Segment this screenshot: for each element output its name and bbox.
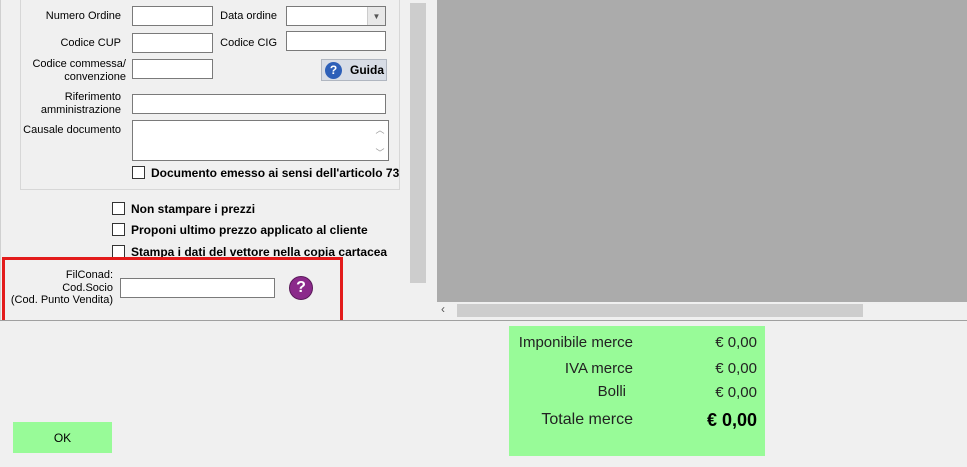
imponibile-merce-value: € 0,00	[715, 334, 757, 351]
ok-button[interactable]: OK	[13, 422, 112, 453]
codice-cup-label: Codice CUP	[60, 37, 121, 49]
textarea-scrollbar[interactable]: ︿ ﹀	[372, 121, 388, 161]
codice-commessa-label-line1: Codice commessa/	[32, 58, 126, 70]
codice-cig-label: Codice CIG	[220, 37, 277, 49]
proponi-ultimo-prezzo-label: Proponi ultimo prezzo applicato al clien…	[131, 223, 368, 237]
totale-merce-value: € 0,00	[706, 410, 757, 430]
data-ordine-label: Data ordine	[220, 10, 277, 22]
bottom-bar	[0, 320, 967, 467]
form-vertical-scrollbar[interactable]	[408, 0, 428, 321]
chevron-up-icon[interactable]: ︿	[375, 123, 384, 136]
bolli-label: Bolli	[597, 383, 626, 400]
riferimento-amministrazione-input[interactable]	[132, 94, 386, 114]
iva-merce-value: € 0,00	[715, 360, 757, 377]
proponi-ultimo-prezzo-checkbox[interactable]	[112, 223, 125, 236]
chevron-down-icon[interactable]: ▼	[367, 7, 385, 25]
totals-box: Imponibile merce € 0,00 IVA merce € 0,00…	[509, 326, 765, 456]
articolo-73-checkbox[interactable]	[132, 166, 145, 179]
causale-documento-label: Causale documento	[23, 124, 121, 136]
preview-panel	[437, 0, 967, 302]
vertical-scroll-thumb[interactable]	[410, 3, 426, 283]
guida-button[interactable]: ? Guida	[321, 59, 387, 81]
iva-merce-label: IVA merce	[564, 360, 633, 377]
numero-ordine-input[interactable]	[132, 6, 213, 26]
imponibile-merce-label: Imponibile merce	[518, 334, 633, 351]
non-stampare-prezzi-checkbox[interactable]	[112, 202, 125, 215]
codice-commessa-label-line2: convenzione	[64, 71, 126, 83]
numero-ordine-label: Numero Ordine	[45, 10, 121, 22]
riferimento-label-line1: Riferimento	[64, 91, 121, 103]
articolo-73-label: Documento emesso ai sensi dell'articolo …	[151, 166, 400, 180]
preview-horizontal-scrollbar[interactable]: ‹	[437, 302, 967, 318]
codice-cup-input[interactable]	[132, 33, 213, 53]
chevron-down-icon[interactable]: ﹀	[375, 146, 384, 159]
totale-merce-label: Totale merce	[541, 411, 633, 428]
codice-commessa-input[interactable]	[132, 59, 213, 79]
horizontal-scroll-thumb[interactable]	[457, 304, 863, 317]
guida-label: Guida	[350, 63, 385, 77]
chevron-left-icon[interactable]: ‹	[441, 302, 445, 316]
causale-documento-textarea[interactable]: ︿ ﹀	[132, 120, 389, 161]
riferimento-label-line2: amministrazione	[40, 104, 121, 116]
codice-cig-input[interactable]	[286, 31, 386, 51]
help-circle-blue-icon: ?	[325, 61, 342, 79]
non-stampare-prezzi-label: Non stampare i prezzi	[131, 202, 256, 216]
bolli-value: € 0,00	[715, 384, 757, 401]
data-ordine-dropdown[interactable]: ▼	[286, 6, 386, 26]
